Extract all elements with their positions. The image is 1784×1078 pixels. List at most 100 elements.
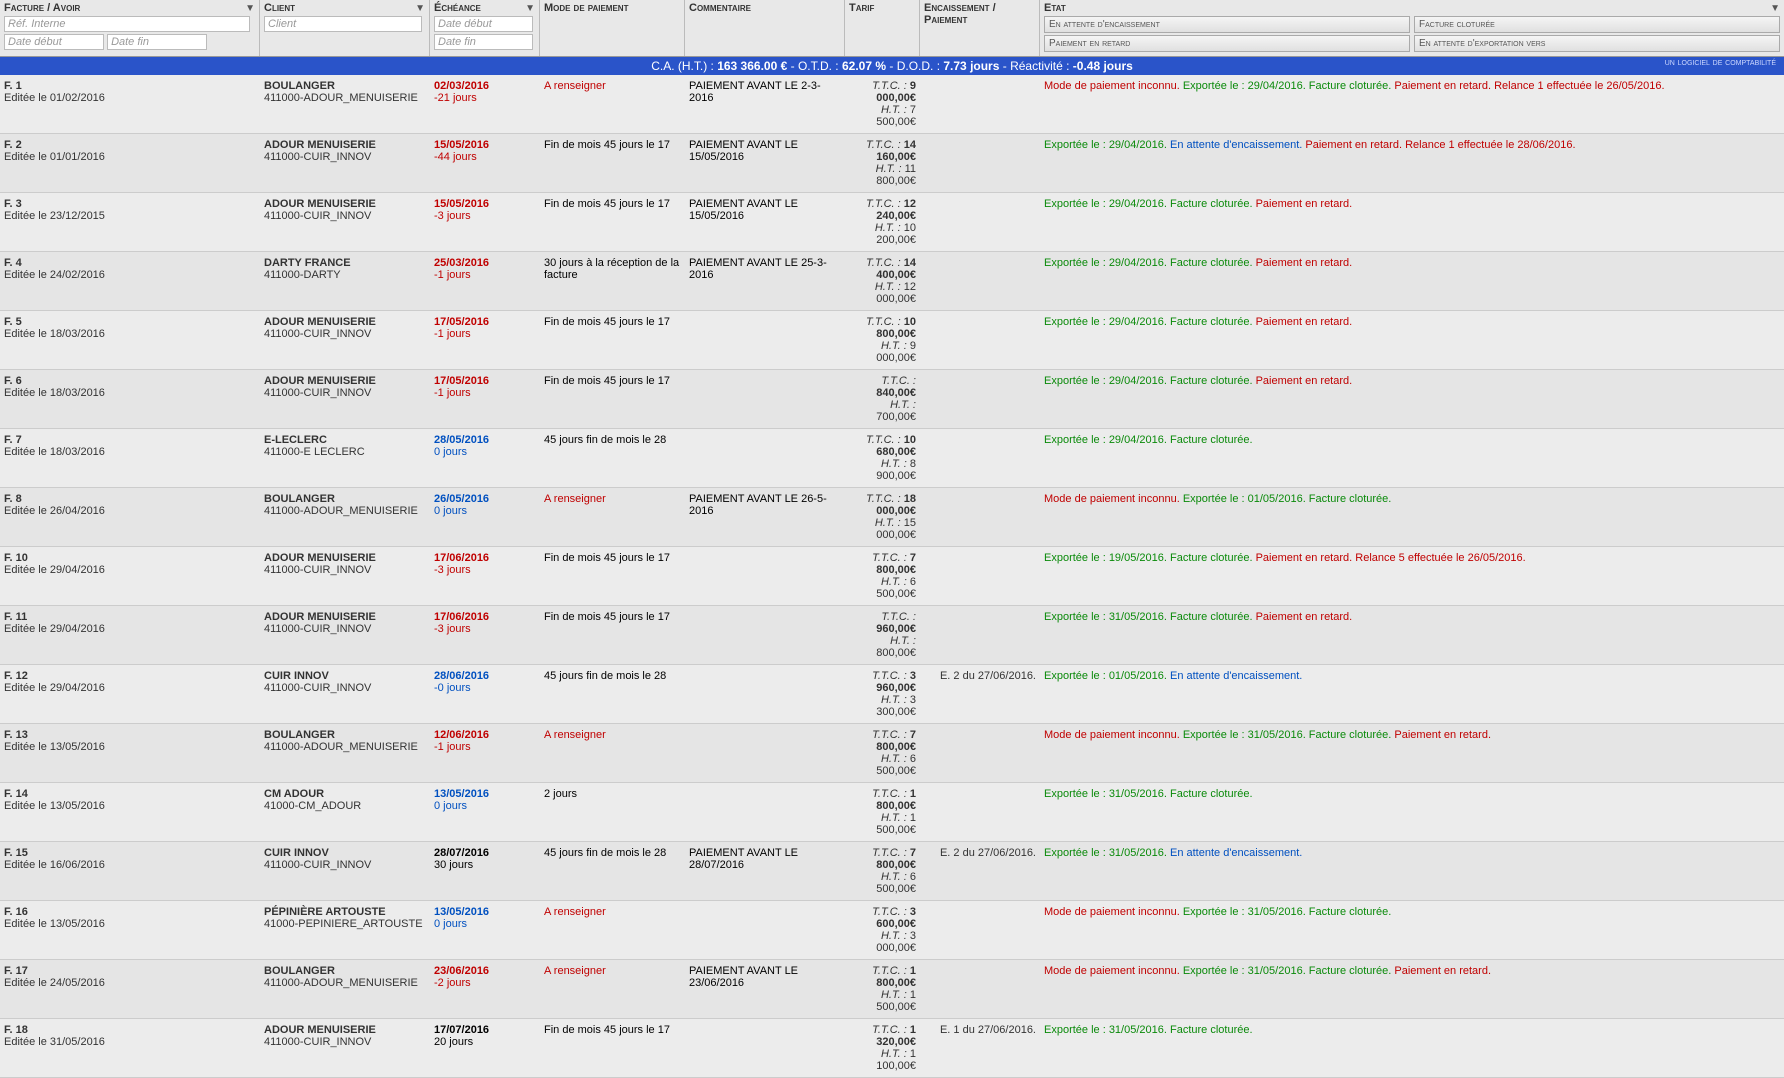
invoice-edit-date: Editée le 31/05/2016 [4,1036,256,1048]
filter-icon[interactable]: ▼ [415,3,425,14]
table-row[interactable]: F. 15Editée le 16/06/2016CUIR INNOV41100… [0,842,1784,901]
status: Mode de paiement inconnu. Exportée le : … [1044,80,1780,92]
invoice-edit-date: Editée le 29/04/2016 [4,564,256,576]
days-delta: 20 jours [434,1036,536,1048]
due-date: 13/05/2016 [434,788,536,800]
client-input[interactable] [264,16,422,32]
comment: PAIEMENT AVANT LE 15/05/2016 [689,139,841,163]
status: Exportée le : 31/05/2016. Facture clotur… [1044,1024,1780,1036]
client-code: 411000-CUIR_INNOV [264,564,426,576]
col-header-etat: Etat ▼ [1044,2,1780,16]
col-header-facture: Facture / Avoir ▼ [4,2,255,16]
table-row[interactable]: F. 17Editée le 24/05/2016BOULANGER411000… [0,960,1784,1019]
filter-icon[interactable]: ▼ [525,3,535,14]
table-row[interactable]: F. 3Editée le 23/12/2015ADOUR MENUISERIE… [0,193,1784,252]
table-row[interactable]: F. 16Editée le 13/05/2016PéPINIèRE ARTOU… [0,901,1784,960]
ht: H.T. : 1 500,00€ [849,989,916,1013]
due-date: 17/06/2016 [434,552,536,564]
client-name: ADOUR MENUISERIE [264,316,426,328]
status: Exportée le : 29/04/2016. En attente d'e… [1044,139,1780,151]
invoice-edit-date: Editée le 26/04/2016 [4,505,256,517]
client-code: 411000-ADOUR_MENUISERIE [264,741,426,753]
invoice-number: F. 10 [4,552,256,564]
payment-mode: 30 jours à la réception de la facture [544,257,681,281]
table-row[interactable]: F. 11Editée le 29/04/2016ADOUR MENUISERI… [0,606,1784,665]
status: Exportée le : 31/05/2016. En attente d'e… [1044,847,1780,859]
client-code: 41000-PEPINIERE_ARTOUSTE [264,918,426,930]
encaissement: E. 1 du 27/06/2016. [924,1024,1036,1036]
due-date: 12/06/2016 [434,729,536,741]
client-code: 411000-ADOUR_MENUISERIE [264,92,426,104]
status: Exportée le : 29/04/2016. Facture clotur… [1044,375,1780,387]
due-date: 25/03/2016 [434,257,536,269]
table-row[interactable]: F. 1Editée le 01/02/2016BOULANGER411000-… [0,75,1784,134]
state-btn-attente-exportation[interactable]: En attente d'exportation vers [1414,35,1780,52]
client-name: BOULANGER [264,80,426,92]
invoice-edit-date: Editée le 18/03/2016 [4,446,256,458]
invoice-edit-date: Editée le 13/05/2016 [4,918,256,930]
filter-icon[interactable]: ▼ [1770,3,1780,14]
ht: H.T. : 8 900,00€ [849,458,916,482]
facture-date-fin-input[interactable] [107,34,207,50]
table-row[interactable]: F. 5Editée le 18/03/2016ADOUR MENUISERIE… [0,311,1784,370]
table-row[interactable]: F. 13Editée le 13/05/2016BOULANGER411000… [0,724,1784,783]
state-btn-attente-encaissement[interactable]: En attente d'encaissement [1044,16,1410,33]
client-code: 411000-CUIR_INNOV [264,151,426,163]
client-name: BOULANGER [264,965,426,977]
comment: PAIEMENT AVANT LE 28/07/2016 [689,847,841,871]
table-row[interactable]: F. 2Editée le 01/01/2016ADOUR MENUISERIE… [0,134,1784,193]
client-code: 411000-ADOUR_MENUISERIE [264,505,426,517]
comment: PAIEMENT AVANT LE 15/05/2016 [689,198,841,222]
invoice-number: F. 6 [4,375,256,387]
due-date: 15/05/2016 [434,198,536,210]
invoice-edit-date: Editée le 13/05/2016 [4,800,256,812]
state-btn-paiement-retard[interactable]: Paiement en retard [1044,35,1410,52]
table-row[interactable]: F. 8Editée le 26/04/2016BOULANGER411000-… [0,488,1784,547]
days-delta: 0 jours [434,800,536,812]
table-row[interactable]: F. 18Editée le 31/05/2016ADOUR MENUISERI… [0,1019,1784,1078]
echeance-date-fin-input[interactable] [434,34,533,50]
payment-mode: 45 jours fin de mois le 28 [544,670,681,682]
days-delta: -44 jours [434,151,536,163]
state-btn-facture-cloturee[interactable]: Facture cloturée [1414,16,1780,33]
ht: H.T. : 7 500,00€ [849,104,916,128]
status: Exportée le : 29/04/2016. Facture clotur… [1044,198,1780,210]
status: Exportée le : 29/04/2016. Facture clotur… [1044,434,1780,446]
payment-mode: A renseigner [544,493,681,505]
encaissement: E. 2 du 27/06/2016. [924,670,1036,682]
client-name: ADOUR MENUISERIE [264,198,426,210]
payment-mode: Fin de mois 45 jours le 17 [544,552,681,564]
invoice-edit-date: Editée le 18/03/2016 [4,387,256,399]
days-delta: -21 jours [434,92,536,104]
status: Exportée le : 31/05/2016. Facture clotur… [1044,788,1780,800]
ht: H.T. : 11 800,00€ [849,163,916,187]
client-name: CUIR INNOV [264,847,426,859]
summary-bar: C.A. (H.T.) : 163 366.00 € - O.T.D. : 62… [0,57,1784,75]
client-code: 411000-CUIR_INNOV [264,1036,426,1048]
table-row[interactable]: F. 12Editée le 29/04/2016CUIR INNOV41100… [0,665,1784,724]
invoice-number: F. 14 [4,788,256,800]
ht: H.T. : 3 300,00€ [849,694,916,718]
col-header-tarif: Tarif [849,2,915,16]
filter-icon[interactable]: ▼ [245,3,255,14]
table-row[interactable]: F. 14Editée le 13/05/2016CM ADOUR41000-C… [0,783,1784,842]
client-code: 411000-DARTY [264,269,426,281]
payment-mode: Fin de mois 45 jours le 17 [544,1024,681,1036]
comment: PAIEMENT AVANT LE 23/06/2016 [689,965,841,989]
table-row[interactable]: F. 4Editée le 24/02/2016DARTY FRANCE4110… [0,252,1784,311]
ref-interne-input[interactable] [4,16,250,32]
invoice-edit-date: Editée le 13/05/2016 [4,741,256,753]
invoice-edit-date: Editée le 23/12/2015 [4,210,256,222]
due-date: 28/07/2016 [434,847,536,859]
ttc: T.T.C. : 3 600,00€ [849,906,916,930]
echeance-date-debut-input[interactable] [434,16,533,32]
col-header-mode: Mode de paiement [544,2,680,16]
facture-date-debut-input[interactable] [4,34,104,50]
days-delta: 0 jours [434,446,536,458]
invoice-edit-date: Editée le 01/02/2016 [4,92,256,104]
table-row[interactable]: F. 7Editée le 18/03/2016E-LECLERC411000-… [0,429,1784,488]
payment-mode: 2 jours [544,788,681,800]
table-row[interactable]: F. 6Editée le 18/03/2016ADOUR MENUISERIE… [0,370,1784,429]
due-date: 28/06/2016 [434,670,536,682]
table-row[interactable]: F. 10Editée le 29/04/2016ADOUR MENUISERI… [0,547,1784,606]
